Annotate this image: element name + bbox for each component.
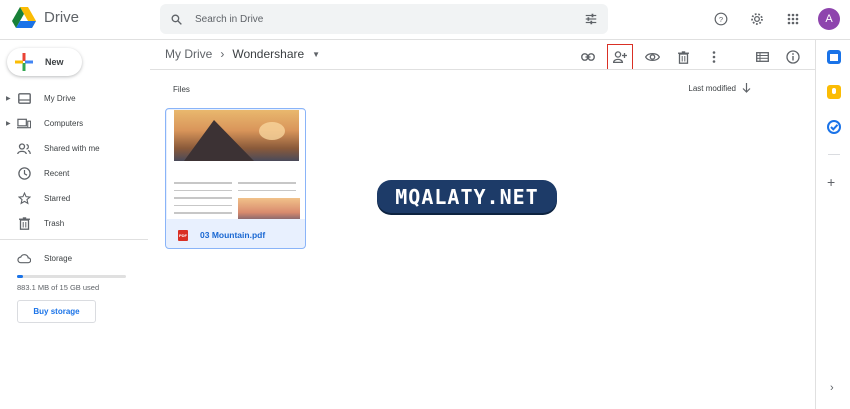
expand-caret-icon[interactable]: ▶ <box>6 95 11 102</box>
thumbnail-hero-image <box>174 110 299 161</box>
search-bar[interactable]: Search in Drive <box>160 4 608 34</box>
watermark: MQALATY.NET <box>377 180 557 213</box>
search-input[interactable]: Search in Drive <box>195 14 584 25</box>
trash-icon <box>17 217 31 231</box>
breadcrumb: My Drive › Wondershare ▼ <box>165 47 320 61</box>
file-thumbnail[interactable] <box>167 110 305 219</box>
storage-progress-bar <box>17 275 126 278</box>
chevron-right-icon[interactable]: › <box>830 382 834 394</box>
expand-caret-icon[interactable]: ▶ <box>6 120 11 127</box>
search-icon[interactable] <box>170 13 183 26</box>
apps-grid-icon[interactable] <box>782 8 804 30</box>
sidebar-item-label: Recent <box>44 169 70 178</box>
top-bar: Drive Search in Drive ? A <box>0 0 850 40</box>
main-divider <box>150 69 815 70</box>
clock-icon <box>17 167 31 181</box>
sort-label[interactable]: Last modified <box>688 84 736 93</box>
app-title: Drive <box>44 9 80 26</box>
cloud-icon <box>17 251 31 265</box>
more-icon[interactable] <box>702 45 726 69</box>
svg-text:?: ? <box>719 15 723 24</box>
avatar[interactable]: A <box>818 8 840 30</box>
arrow-down-icon[interactable] <box>742 83 751 93</box>
sidebar-item-label: Starred <box>44 194 71 203</box>
sidebar-item-label: My Drive <box>44 94 76 103</box>
sidebar-item-trash[interactable]: Trash <box>0 211 150 236</box>
sidebar-nav: ▶ My Drive ▶ Computers Shared with me Re… <box>0 86 150 236</box>
people-icon <box>17 142 31 156</box>
sidebar: New ▶ My Drive ▶ Computers Shared with m… <box>0 40 150 409</box>
file-card-footer[interactable]: PDF 03 Mountain.pdf <box>166 220 305 248</box>
chevron-right-icon: › <box>220 47 225 61</box>
sidebar-item-my-drive[interactable]: ▶ My Drive <box>0 86 150 111</box>
star-icon <box>17 192 31 206</box>
pdf-icon: PDF <box>178 229 188 241</box>
list-view-icon[interactable] <box>750 45 774 69</box>
chevron-down-icon[interactable]: ▼ <box>312 50 320 59</box>
delete-icon[interactable] <box>671 45 695 69</box>
storage-progress-fill <box>17 275 24 278</box>
search-options-icon[interactable] <box>584 12 598 26</box>
sidebar-item-storage[interactable]: Storage <box>0 248 150 268</box>
thumbnail-text-lines <box>174 182 232 219</box>
computer-icon <box>17 117 31 131</box>
calendar-icon[interactable] <box>827 50 841 64</box>
storage-used-text: 883.1 MB of 15 GB used <box>17 283 100 292</box>
sidebar-item-label: Computers <box>44 119 84 128</box>
sidebar-item-recent[interactable]: Recent <box>0 161 150 186</box>
file-name[interactable]: 03 Mountain.pdf <box>200 230 265 240</box>
files-section-label: Files <box>173 85 190 94</box>
sidebar-item-computers[interactable]: ▶ Computers <box>0 111 150 136</box>
add-addon-icon[interactable]: + <box>827 174 835 190</box>
thumbnail-text-lines <box>238 182 296 197</box>
sidebar-item-label: Trash <box>44 219 65 228</box>
sidebar-divider <box>0 239 148 240</box>
plus-icon <box>15 53 33 71</box>
new-button-label: New <box>45 57 64 67</box>
sidebar-item-label: Shared with me <box>44 144 100 153</box>
keep-icon[interactable] <box>827 85 841 99</box>
drive-logo[interactable]: Drive <box>12 7 79 28</box>
help-icon[interactable]: ? <box>710 8 732 30</box>
tasks-icon[interactable] <box>827 120 841 134</box>
info-icon[interactable] <box>781 45 805 69</box>
side-panel-divider <box>828 154 840 155</box>
new-button[interactable]: New <box>7 48 82 76</box>
toolbar <box>576 44 805 70</box>
drive-icon <box>17 92 31 106</box>
link-icon[interactable] <box>576 45 600 69</box>
buy-storage-button[interactable]: Buy storage <box>17 300 96 323</box>
preview-icon[interactable] <box>640 45 664 69</box>
settings-icon[interactable] <box>746 8 768 30</box>
watermark-text: MQALATY.NET <box>395 184 539 209</box>
main-content: My Drive › Wondershare ▼ Files Last modi… <box>150 40 815 409</box>
add-person-icon[interactable] <box>607 44 633 70</box>
sort-control[interactable]: Last modified <box>688 83 751 93</box>
thumbnail-small-image <box>238 198 300 219</box>
file-card[interactable]: PDF 03 Mountain.pdf <box>165 108 306 249</box>
sidebar-item-shared[interactable]: Shared with me <box>0 136 150 161</box>
storage-label: Storage <box>44 253 73 263</box>
side-panel: + › <box>815 40 850 409</box>
breadcrumb-current[interactable]: Wondershare <box>232 47 304 61</box>
breadcrumb-root[interactable]: My Drive <box>165 47 212 61</box>
drive-logo-icon <box>12 7 36 28</box>
sidebar-item-starred[interactable]: Starred <box>0 186 150 211</box>
